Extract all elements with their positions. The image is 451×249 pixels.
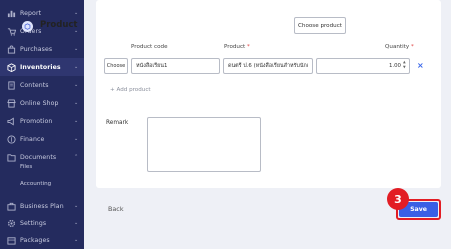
sidebar-item-label: Packages bbox=[20, 236, 50, 244]
sidebar: Report ⌄ Orders ⌄ Purchases ⌄ Inventorie… bbox=[0, 0, 84, 249]
sidebar-item-finance[interactable]: Finance ⌄ bbox=[0, 130, 84, 148]
sidebar-item-label: Contents bbox=[20, 81, 49, 89]
cart-icon bbox=[6, 26, 16, 36]
product-code-input[interactable] bbox=[131, 58, 220, 74]
add-product-link[interactable]: + Add product bbox=[110, 87, 151, 93]
briefcase-icon bbox=[6, 201, 16, 211]
sidebar-item-label: Finance bbox=[20, 135, 45, 143]
column-header-code: Product code bbox=[131, 44, 168, 50]
sidebar-item-label: Settings bbox=[20, 219, 47, 227]
section-title: Product bbox=[40, 20, 78, 30]
column-header-quantity: Quantity * bbox=[385, 44, 414, 50]
bag-icon bbox=[6, 44, 16, 54]
sidebar-item-label: Online Shop bbox=[20, 99, 59, 107]
column-header-product: Product * bbox=[224, 44, 250, 50]
sidebar-item-label: Inventories bbox=[20, 63, 61, 71]
sidebar-item-purchases[interactable]: Purchases ⌄ bbox=[0, 40, 84, 58]
chevron-down-icon: ⌄ bbox=[74, 10, 79, 16]
choose-product-button[interactable]: Choose product bbox=[294, 17, 346, 34]
sidebar-item-online-shop[interactable]: Online Shop ⌄ bbox=[0, 94, 84, 112]
sidebar-item-label: Business Plan bbox=[20, 202, 64, 210]
sidebar-item-label: Purchases bbox=[20, 45, 53, 53]
sidebar-item-label: Documents bbox=[20, 153, 57, 161]
sidebar-item-label: Report bbox=[20, 9, 42, 17]
chevron-down-icon: ⌄ bbox=[74, 220, 79, 226]
chevron-down-icon: ⌄ bbox=[74, 100, 79, 106]
chevron-down-icon: ⌄ bbox=[74, 237, 79, 243]
chevron-up-icon: ⌃ bbox=[74, 154, 79, 160]
step-badge: 3 bbox=[387, 188, 409, 210]
quantity-input[interactable] bbox=[316, 58, 410, 74]
chevron-down-icon: ⌄ bbox=[74, 136, 79, 142]
bar-chart-icon bbox=[6, 8, 16, 18]
sidebar-item-business-plan[interactable]: Business Plan ⌄ bbox=[0, 197, 84, 215]
remove-row-icon[interactable]: × bbox=[417, 61, 424, 70]
sidebar-item-inventories[interactable]: Inventories ⌄ bbox=[0, 58, 84, 76]
chevron-down-icon: ⌄ bbox=[74, 46, 79, 52]
sidebar-item-packages[interactable]: Packages ⌄ bbox=[0, 231, 84, 249]
sidebar-item-settings[interactable]: Settings ⌄ bbox=[0, 214, 84, 232]
chevron-down-icon: ⌄ bbox=[74, 82, 79, 88]
sidebar-subitem-files[interactable]: Files bbox=[20, 164, 32, 170]
box-icon bbox=[6, 62, 16, 72]
product-name-input[interactable] bbox=[223, 58, 313, 74]
sidebar-item-promotion[interactable]: Promotion ⌄ bbox=[0, 112, 84, 130]
chevron-down-icon: ⌄ bbox=[74, 203, 79, 209]
coin-icon bbox=[6, 134, 16, 144]
remark-label: Remark bbox=[106, 120, 129, 126]
remark-textarea[interactable] bbox=[147, 117, 261, 172]
sidebar-item-contents[interactable]: Contents ⌄ bbox=[0, 76, 84, 94]
sidebar-subitem-accounting[interactable]: Accounting bbox=[20, 181, 51, 187]
megaphone-icon bbox=[6, 116, 16, 126]
folder-icon bbox=[6, 152, 16, 162]
choose-row-button[interactable]: Choose bbox=[104, 58, 128, 74]
back-button[interactable]: Back bbox=[108, 205, 124, 213]
gear-icon bbox=[6, 218, 16, 228]
chevron-down-icon: ⌄ bbox=[74, 118, 79, 124]
sidebar-item-label: Promotion bbox=[20, 117, 53, 125]
product-icon bbox=[22, 21, 33, 32]
chevron-down-icon: ⌄ bbox=[74, 64, 79, 70]
shop-icon bbox=[6, 98, 16, 108]
quantity-stepper[interactable]: ▲ ▼ bbox=[403, 60, 406, 70]
sidebar-item-documents[interactable]: Documents ⌃ bbox=[0, 148, 84, 166]
package-icon bbox=[6, 235, 16, 245]
document-icon bbox=[6, 80, 16, 90]
